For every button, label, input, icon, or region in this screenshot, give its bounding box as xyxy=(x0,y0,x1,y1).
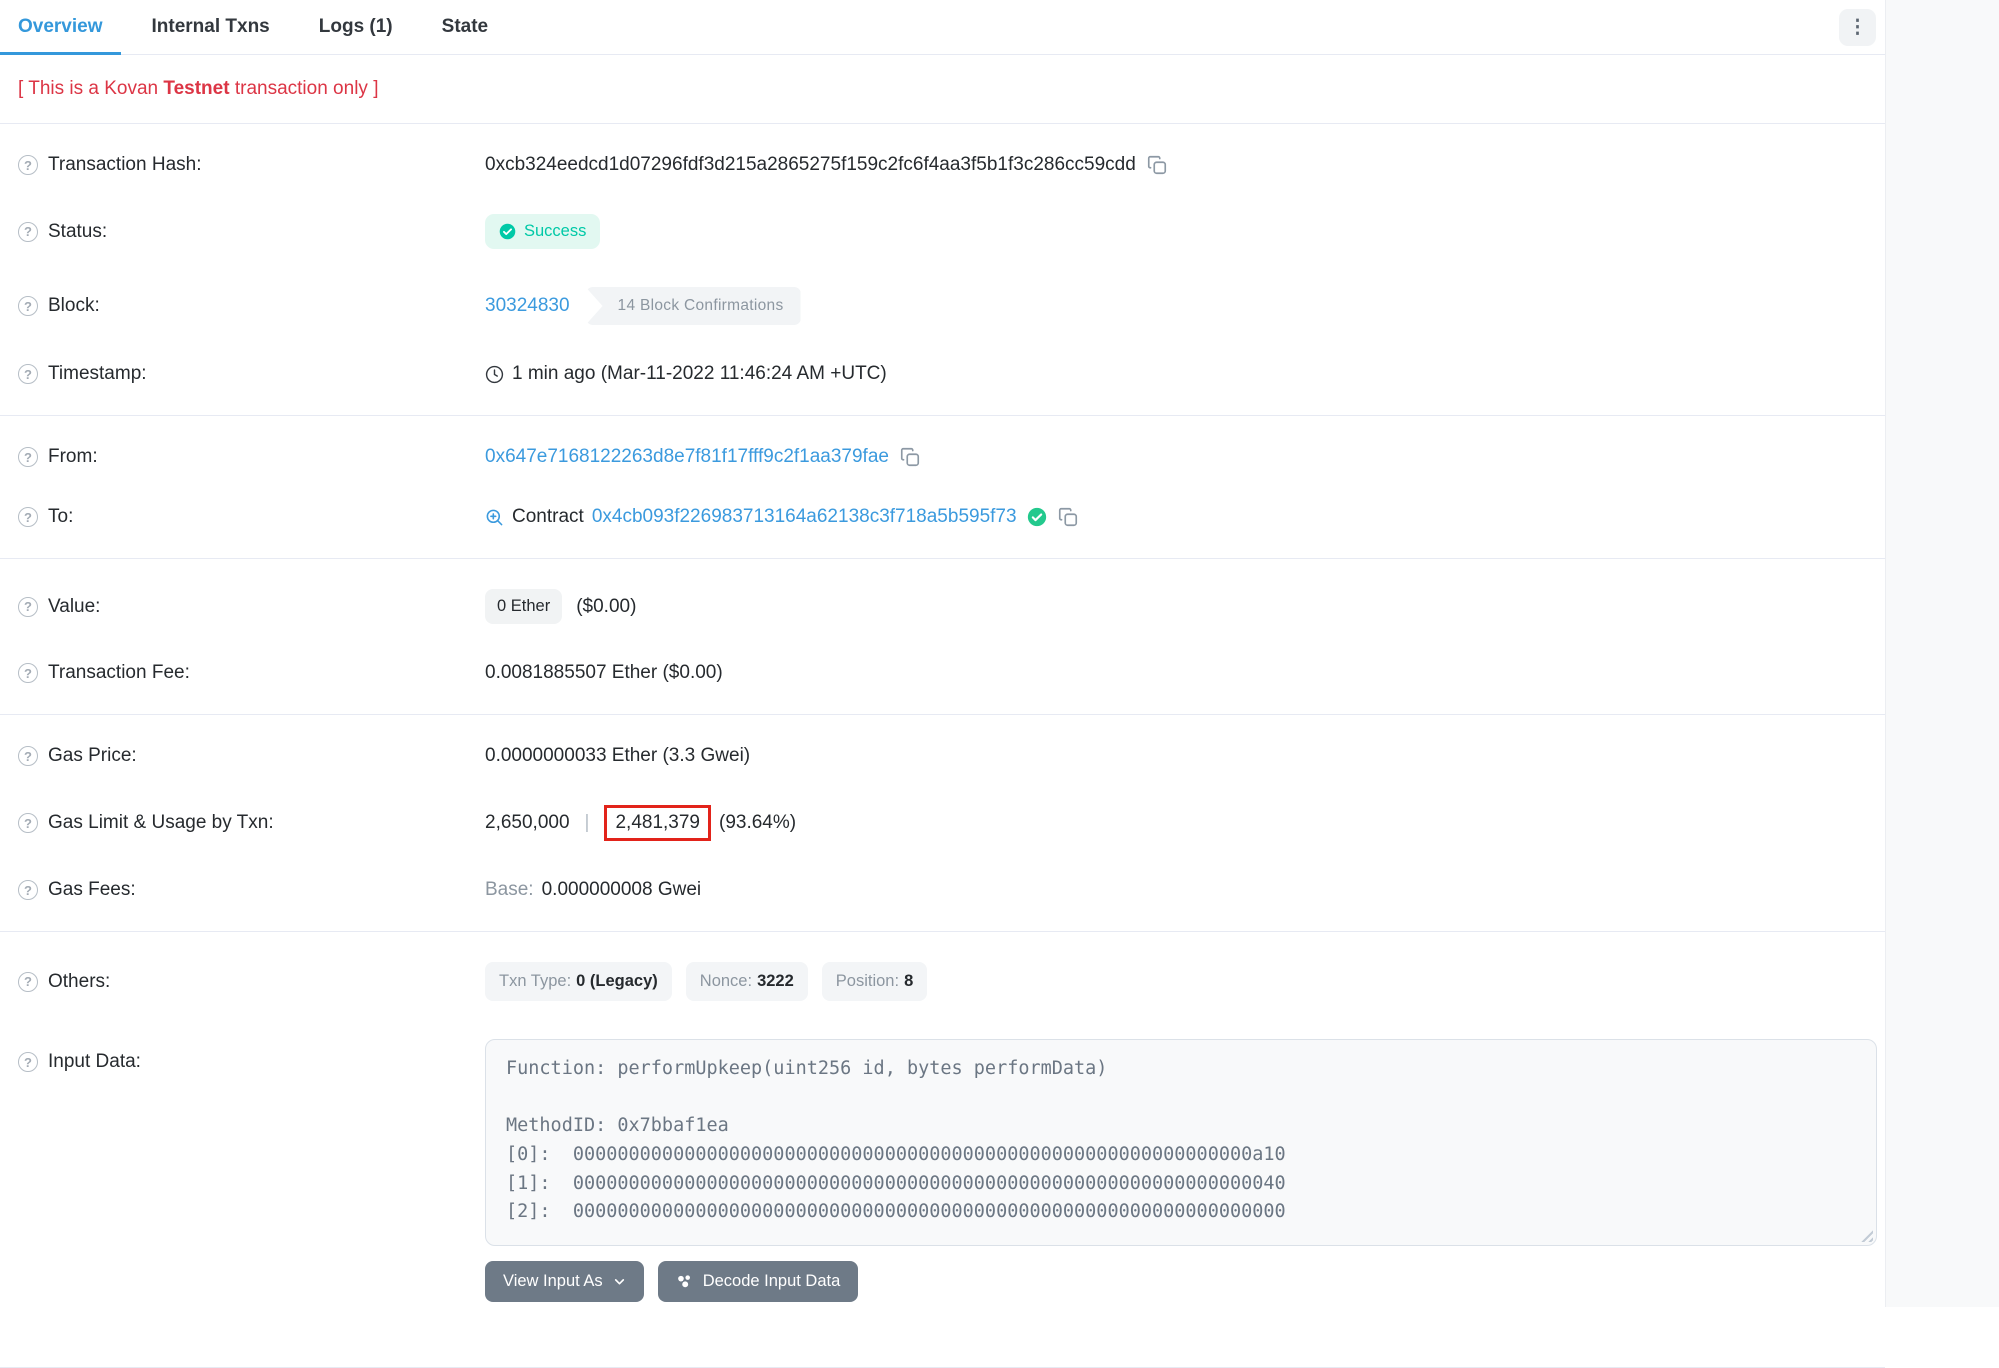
copy-from-address-button[interactable] xyxy=(899,446,921,468)
from-address-link[interactable]: 0x647e7168122263d8e7f81f17fff9c2f1aa379f… xyxy=(485,446,889,468)
transaction-fee-value: 0.0081885507 Ether ($0.00) xyxy=(485,662,723,684)
row-input-data: ? Input Data: Function: performUpkeep(ui… xyxy=(0,1020,1885,1321)
testnet-note-bold: Testnet xyxy=(163,78,229,99)
help-icon[interactable]: ? xyxy=(18,663,38,683)
copy-icon xyxy=(899,446,921,468)
row-value: ? Value: 0 Ether ($0.00) xyxy=(0,570,1885,643)
copy-icon xyxy=(1057,506,1079,528)
gas-limit-value: 2,650,000 xyxy=(485,812,570,834)
others-label: Others: xyxy=(48,971,110,993)
gas-separator: | xyxy=(585,812,590,834)
section-addresses: ? From: 0x647e7168122263d8e7f81f17fff9c2… xyxy=(0,416,1885,559)
help-icon[interactable]: ? xyxy=(18,296,38,316)
help-icon[interactable]: ? xyxy=(18,155,38,175)
block-label: Block: xyxy=(48,295,100,317)
tab-logs[interactable]: Logs (1) xyxy=(301,0,411,54)
block-confirmations-badge: 14 Block Confirmations xyxy=(586,287,801,325)
check-circle-icon xyxy=(499,223,516,240)
decode-input-data-button[interactable]: Decode Input Data xyxy=(658,1261,859,1302)
copy-transaction-hash-button[interactable] xyxy=(1146,154,1168,176)
annotation-red-box: 2,481,379 xyxy=(604,805,711,841)
help-icon[interactable]: ? xyxy=(18,447,38,467)
more-options-button[interactable]: ⋮ xyxy=(1839,9,1876,46)
usd-value: ($0.00) xyxy=(576,596,636,618)
gas-used-percent: (93.64%) xyxy=(719,812,796,834)
help-icon[interactable]: ? xyxy=(18,1052,38,1072)
row-status: ? Status: Success xyxy=(0,195,1885,268)
section-summary: ? Transaction Hash: 0xcb324eedcd1d07296f… xyxy=(0,124,1885,416)
row-transaction-hash: ? Transaction Hash: 0xcb324eedcd1d07296f… xyxy=(0,135,1885,195)
timestamp-label: Timestamp: xyxy=(48,363,147,385)
gas-used-value: 2,481,379 xyxy=(615,812,700,833)
row-block: ? Block: 30324830 14 Block Confirmations xyxy=(0,268,1885,344)
row-to: ? To: Contract 0x4cb093f226983713164a621… xyxy=(0,487,1885,547)
to-label: To: xyxy=(48,506,73,528)
section-gas: ? Gas Price: 0.0000000033 Ether (3.3 Gwe… xyxy=(0,715,1885,932)
value-label: Value: xyxy=(48,596,100,618)
transaction-overview-card: Overview Internal Txns Logs (1) State ⋮ … xyxy=(0,0,1885,1368)
base-fee-label: Base: xyxy=(485,879,534,901)
to-address-link[interactable]: 0x4cb093f226983713164a62138c3f718a5b595f… xyxy=(592,506,1017,528)
transaction-hash-label: Transaction Hash: xyxy=(48,154,201,176)
testnet-note-suffix: transaction only ] xyxy=(230,78,379,99)
row-timestamp: ? Timestamp: 1 min ago (Mar-11-2022 11:4… xyxy=(0,344,1885,404)
tab-internal-txns[interactable]: Internal Txns xyxy=(134,0,288,54)
ether-value-badge: 0 Ether xyxy=(485,589,562,624)
gas-price-label: Gas Price: xyxy=(48,745,137,767)
help-icon[interactable]: ? xyxy=(18,813,38,833)
tab-state[interactable]: State xyxy=(424,0,506,54)
help-icon[interactable]: ? xyxy=(18,507,38,527)
base-fee-value: 0.000000008 Gwei xyxy=(542,879,702,901)
testnet-note-prefix: [ This is a Kovan xyxy=(18,78,163,99)
kebab-icon: ⋮ xyxy=(1848,18,1867,37)
gas-price-value: 0.0000000033 Ether (3.3 Gwei) xyxy=(485,745,750,767)
help-icon[interactable]: ? xyxy=(18,972,38,992)
tab-overview[interactable]: Overview xyxy=(0,0,121,54)
copy-to-address-button[interactable] xyxy=(1057,506,1079,528)
help-icon[interactable]: ? xyxy=(18,746,38,766)
row-from: ? From: 0x647e7168122263d8e7f81f17fff9c2… xyxy=(0,427,1885,487)
row-gas-fees: ? Gas Fees: Base: 0.000000008 Gwei xyxy=(0,860,1885,920)
transaction-hash-value: 0xcb324eedcd1d07296fdf3d215a2865275f159c… xyxy=(485,154,1136,176)
contract-word: Contract xyxy=(512,506,584,528)
gas-limit-usage-label: Gas Limit & Usage by Txn: xyxy=(48,812,274,834)
help-icon[interactable]: ? xyxy=(18,880,38,900)
transaction-fee-label: Transaction Fee: xyxy=(48,662,190,684)
from-label: From: xyxy=(48,446,98,468)
nonce-badge: Nonce:3222 xyxy=(686,962,808,1001)
copy-icon xyxy=(1146,154,1168,176)
tab-bar: Overview Internal Txns Logs (1) State ⋮ xyxy=(0,0,1885,55)
view-input-as-button[interactable]: View Input As xyxy=(485,1261,644,1302)
help-icon[interactable]: ? xyxy=(18,597,38,617)
decode-icon xyxy=(676,1273,693,1290)
help-icon[interactable]: ? xyxy=(18,364,38,384)
row-others: ? Others: Txn Type:0 (Legacy) Nonce:3222… xyxy=(0,943,1885,1020)
txn-type-badge: Txn Type:0 (Legacy) xyxy=(485,962,672,1001)
row-gas-limit-usage: ? Gas Limit & Usage by Txn: 2,650,000 | … xyxy=(0,786,1885,860)
status-text: Success xyxy=(524,222,586,241)
testnet-note: [ This is a Kovan Testnet transaction on… xyxy=(0,55,1885,124)
gas-fees-label: Gas Fees: xyxy=(48,879,136,901)
caret-down-icon xyxy=(613,1275,626,1288)
clock-icon xyxy=(485,365,504,384)
row-gas-price: ? Gas Price: 0.0000000033 Ether (3.3 Gwe… xyxy=(0,726,1885,786)
status-badge: Success xyxy=(485,214,600,249)
row-transaction-fee: ? Transaction Fee: 0.0081885507 Ether ($… xyxy=(0,643,1885,703)
zoom-contract-icon[interactable] xyxy=(485,508,504,527)
status-label: Status: xyxy=(48,221,107,243)
section-value-fee: ? Value: 0 Ether ($0.00) ? Transaction F… xyxy=(0,559,1885,715)
position-badge: Position:8 xyxy=(822,962,927,1001)
input-data-textarea[interactable]: Function: performUpkeep(uint256 id, byte… xyxy=(485,1039,1877,1246)
block-number-link[interactable]: 30324830 xyxy=(485,295,570,317)
verified-check-icon xyxy=(1027,507,1047,527)
input-data-label: Input Data: xyxy=(48,1051,141,1073)
page-background-strip xyxy=(1885,0,1999,1307)
timestamp-value: 1 min ago (Mar-11-2022 11:46:24 AM +UTC) xyxy=(512,363,887,385)
help-icon[interactable]: ? xyxy=(18,222,38,242)
section-others-input: ? Others: Txn Type:0 (Legacy) Nonce:3222… xyxy=(0,932,1885,1368)
